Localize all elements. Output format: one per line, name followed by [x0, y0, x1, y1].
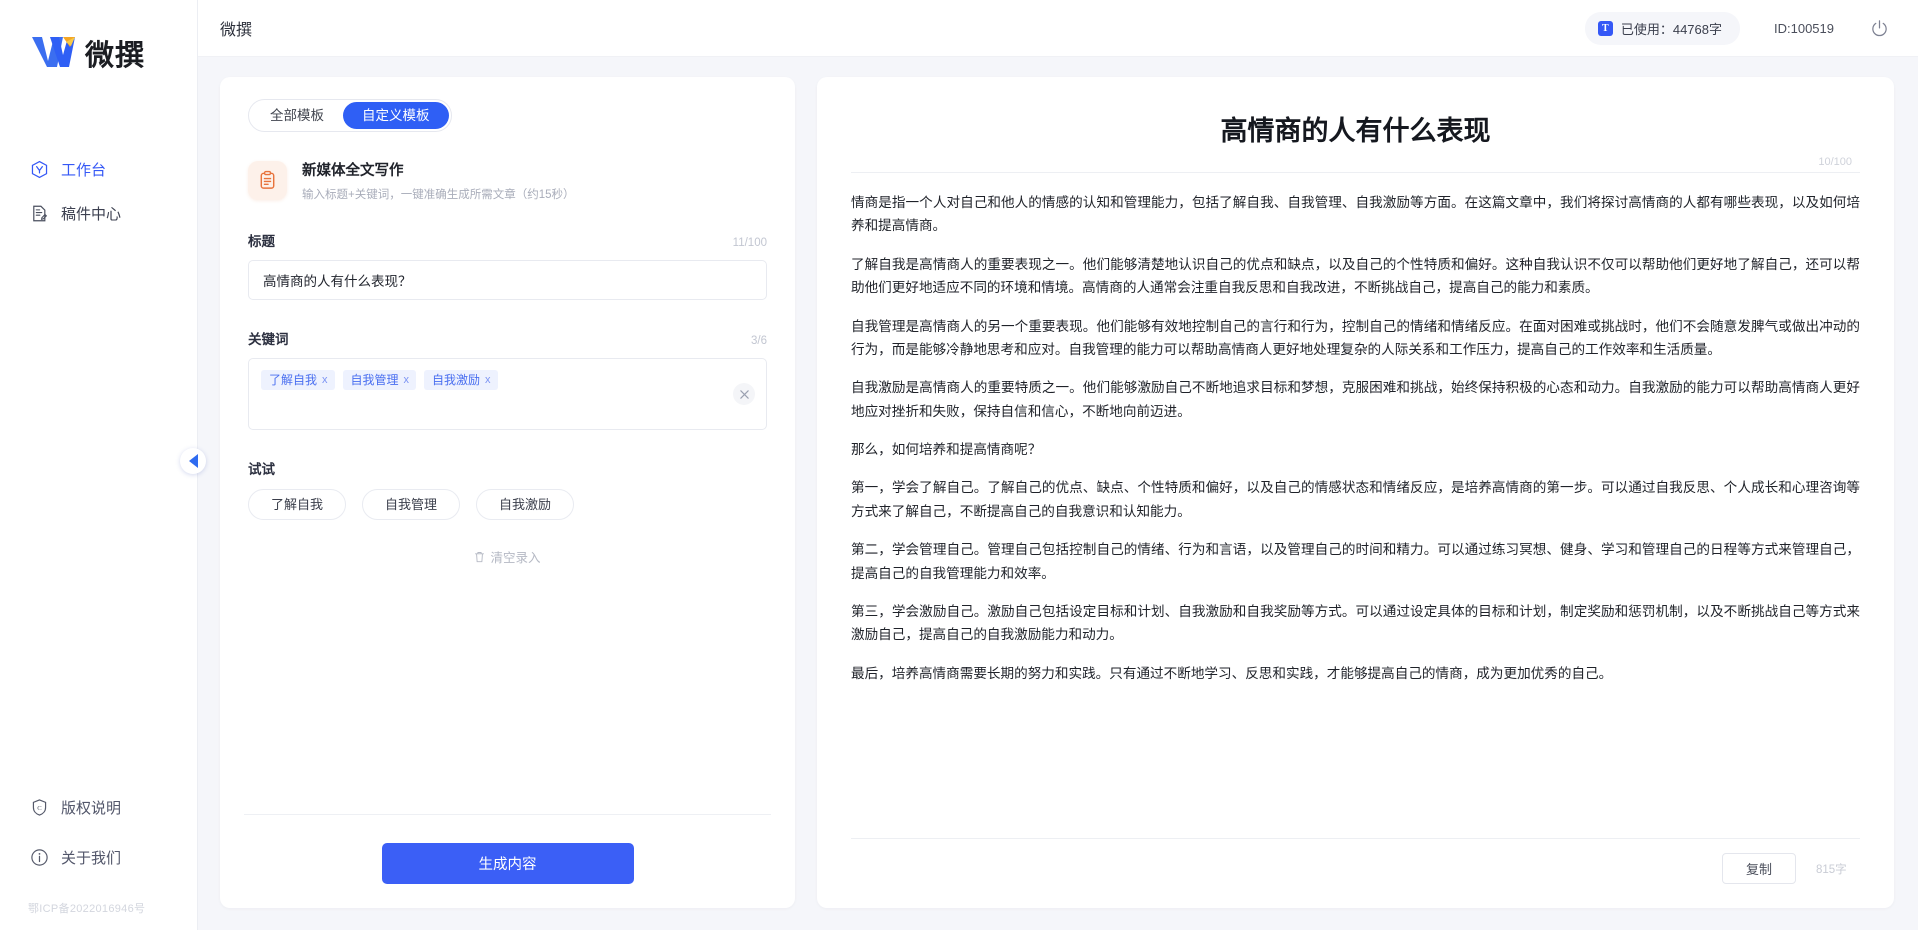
try-section: 试试 了解自我 自我管理 自我激励 — [248, 458, 767, 520]
article-body[interactable]: 情商是指一个人对自己和他人的情感的认知和管理能力，包括了解自我、自我管理、自我激… — [851, 173, 1860, 832]
trash-icon — [474, 551, 485, 563]
topbar: 微撰 T 已使用：44768字 ID:100519 — [198, 0, 1918, 57]
topbar-right: T 已使用：44768字 ID:100519 — [1585, 12, 1890, 45]
close-icon[interactable]: x — [404, 375, 410, 386]
power-icon[interactable] — [1868, 17, 1890, 39]
brand[interactable]: 微撰 — [0, 0, 197, 74]
clipboard-icon — [248, 161, 287, 200]
article-footer: 复制 815字 — [851, 839, 1860, 890]
sidebar-item-label: 版权说明 — [61, 797, 121, 818]
keyword-tag-label: 自我管理 — [351, 374, 399, 386]
template-tabs: 全部模板 自定义模板 — [248, 99, 452, 132]
sidebar-item-documents[interactable]: 稿件中心 — [0, 196, 197, 230]
clear-input-row: 清空录入 — [248, 547, 767, 566]
title-char-count: 11/100 — [733, 237, 767, 249]
close-icon[interactable]: x — [485, 375, 491, 386]
template-desc: 输入标题+关键词，一键准确生成所需文章（约15秒） — [302, 186, 575, 202]
sidebar-nav: 工作台 稿件中心 — [0, 152, 197, 230]
sidebar-item-label: 关于我们 — [61, 847, 121, 868]
icp-record: 鄂ICP备2022016946号 — [0, 900, 197, 916]
clear-input-button[interactable]: 清空录入 — [474, 547, 540, 566]
keyword-tag[interactable]: 了解自我 x — [261, 370, 335, 390]
sidebar: 微撰 工作台 — [0, 0, 198, 930]
template-card[interactable]: 新媒体全文写作 输入标题+关键词，一键准确生成所需文章（约15秒） — [248, 159, 767, 202]
workbench-icon — [30, 160, 49, 179]
suggestion-chip[interactable]: 自我管理 — [362, 489, 460, 520]
suggestion-chips: 了解自我 自我管理 自我激励 — [248, 489, 767, 520]
chevron-left-icon — [189, 454, 198, 468]
keyword-tag-label: 了解自我 — [269, 374, 317, 386]
generate-row: 生成内容 — [248, 815, 767, 884]
shield-icon: C — [30, 798, 49, 817]
keyword-tag[interactable]: 自我管理 x — [343, 370, 417, 390]
w-logo-icon — [30, 33, 76, 73]
template-card-text: 新媒体全文写作 输入标题+关键词，一键准确生成所需文章（约15秒） — [302, 159, 575, 202]
close-icon[interactable]: x — [322, 375, 328, 386]
article-paragraph: 情商是指一个人对自己和他人的情感的认知和管理能力，包括了解自我、自我管理、自我激… — [851, 191, 1860, 238]
page-title: 微撰 — [220, 16, 252, 40]
article-paragraph: 第二，学会管理自己。管理自己包括控制自己的情绪、行为和言语，以及管理自己的时间和… — [851, 538, 1860, 585]
keyword-tag[interactable]: 自我激励 x — [424, 370, 498, 390]
clear-input-label: 清空录入 — [490, 547, 540, 566]
clear-keywords-button[interactable] — [733, 383, 755, 405]
sidebar-item-about[interactable]: 关于我们 — [0, 840, 197, 874]
tab-all-templates[interactable]: 全部模板 — [251, 102, 343, 129]
sidebar-item-workbench[interactable]: 工作台 — [0, 152, 197, 186]
sidebar-item-copyright[interactable]: C 版权说明 — [0, 790, 197, 824]
title-field-head: 标题 11/100 — [248, 230, 767, 250]
suggestion-chip[interactable]: 自我激励 — [476, 489, 574, 520]
sidebar-item-label: 稿件中心 — [61, 203, 121, 224]
usage-label: 已使用：44768字 — [1621, 19, 1722, 38]
article-paragraph: 自我管理是高情商人的另一个重要表现。他们能够有效地控制自己的言行和行为，控制自己… — [851, 315, 1860, 362]
keyword-input-box[interactable]: 了解自我 x 自我管理 x 自我激励 x — [248, 358, 767, 430]
svg-text:C: C — [37, 804, 42, 811]
generate-content-button[interactable]: 生成内容 — [382, 843, 634, 884]
title-input[interactable] — [248, 260, 767, 300]
keyword-field-group: 关键词 3/6 了解自我 x 自我管理 x 自我激励 — [248, 328, 767, 430]
title-field-label: 标题 — [248, 230, 275, 250]
app-root: 微撰 工作台 — [0, 0, 1918, 930]
keyword-tag-label: 自我激励 — [432, 374, 480, 386]
article-paragraph: 自我激励是高情商人的重要特质之一。他们能够激励自己不断地追求目标和梦想，克服困难… — [851, 376, 1860, 423]
copy-button[interactable]: 复制 — [1722, 853, 1796, 884]
sidebar-item-label: 工作台 — [61, 159, 106, 180]
try-section-head: 试试 — [248, 458, 767, 478]
left-panel-spacer — [248, 566, 767, 814]
documents-icon — [30, 204, 49, 223]
usage-badge[interactable]: T 已使用：44768字 — [1585, 12, 1740, 45]
brand-name: 微撰 — [85, 32, 145, 74]
title-field-group: 标题 11/100 — [248, 230, 767, 300]
article-paragraph: 了解自我是高情商人的重要表现之一。他们能够清楚地认识自己的优点和缺点，以及自己的… — [851, 253, 1860, 300]
tab-custom-templates[interactable]: 自定义模板 — [343, 102, 449, 129]
suggestion-chip[interactable]: 了解自我 — [248, 489, 346, 520]
article-title-count: 10/100 — [851, 156, 1860, 168]
article-paragraph: 第一，学会了解自己。了解自己的优点、缺点、个性特质和偏好，以及自己的情感状态和情… — [851, 476, 1860, 523]
article-paragraph: 最后，培养高情商需要长期的努力和实践。只有通过不断地学习、反思和实践，才能够提高… — [851, 662, 1860, 685]
template-form-panel: 全部模板 自定义模板 新媒体全文写作 输入标题+关键词，一键准确生成所需文章（约… — [220, 77, 795, 908]
main-area: 微撰 T 已使用：44768字 ID:100519 全部 — [198, 0, 1918, 930]
keyword-count: 3/6 — [751, 335, 767, 347]
try-label: 试试 — [248, 458, 275, 478]
user-id: ID:100519 — [1774, 21, 1834, 36]
article-paragraph: 那么，如何培养和提高情商呢？ — [851, 438, 1860, 461]
template-title: 新媒体全文写作 — [302, 159, 575, 180]
info-icon — [30, 848, 49, 867]
article-title: 高情商的人有什么表现 — [851, 103, 1860, 148]
text-usage-icon: T — [1598, 21, 1613, 36]
article-word-count: 815字 — [1816, 861, 1856, 877]
keyword-field-label: 关键词 — [248, 328, 289, 348]
close-circle-icon — [739, 389, 750, 400]
sidebar-bottom: C 版权说明 关于我们 鄂ICP备2022016946号 — [0, 790, 197, 930]
article-paragraph: 第三，学会激励自己。激励自己包括设定目标和计划、自我激励和自我奖励等方式。可以通… — [851, 600, 1860, 647]
article-preview-panel: 高情商的人有什么表现 10/100 情商是指一个人对自己和他人的情感的认知和管理… — [817, 77, 1894, 908]
keyword-field-head: 关键词 3/6 — [248, 328, 767, 348]
workspace: 全部模板 自定义模板 新媒体全文写作 输入标题+关键词，一键准确生成所需文章（约… — [198, 57, 1918, 930]
sidebar-collapse-handle[interactable] — [180, 448, 206, 474]
